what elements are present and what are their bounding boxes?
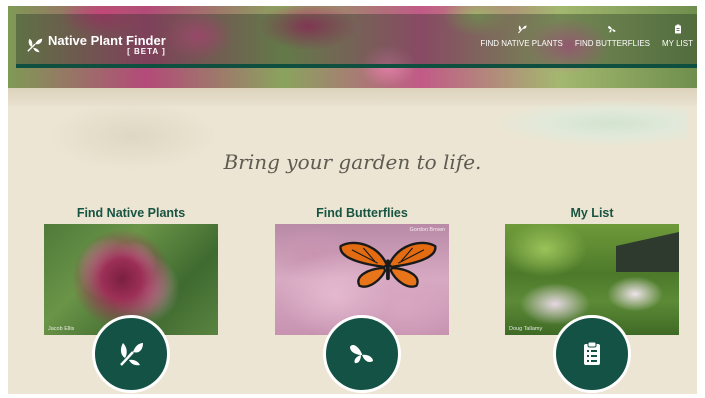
leaf-icon <box>517 25 527 34</box>
photo-credit: Doug Tallamy <box>509 326 543 332</box>
nav-label: MY LIST <box>662 39 693 48</box>
photo-credit: Jacob Ellis <box>48 326 75 332</box>
tagline: Bring your garden to life. <box>223 150 482 174</box>
logo[interactable]: Native Plant Finder [ BETA ] <box>26 31 166 59</box>
watercolor-decoration <box>498 101 688 146</box>
find-butterflies-button[interactable] <box>323 315 401 393</box>
page-frame: Native Plant Finder [ BETA ] FIND NATIVE… <box>8 6 697 394</box>
nav-my-list[interactable]: MY LIST <box>662 24 693 48</box>
leaf-logo-icon <box>27 38 43 53</box>
nav-links: FIND NATIVE PLANTS FIND BUTTERFLIES MY L… <box>480 24 693 48</box>
card-title[interactable]: Find Butterflies <box>275 206 449 224</box>
leaf-icon <box>120 343 143 366</box>
nav-label: FIND NATIVE PLANTS <box>480 39 563 48</box>
card-title[interactable]: My List <box>505 206 679 224</box>
nav-label: FIND BUTTERFLIES <box>574 39 651 48</box>
find-native-plants-button[interactable] <box>92 315 170 393</box>
butterfly-icon <box>350 345 373 364</box>
photo-credit: Gordon Brown <box>409 227 445 233</box>
house-roof-image <box>616 232 679 272</box>
card-my-list[interactable]: My List Doug Tallamy <box>505 206 679 393</box>
nav-find-butterflies[interactable]: FIND BUTTERFLIES <box>575 24 650 48</box>
clipboard-icon <box>584 341 600 365</box>
my-list-button[interactable] <box>553 315 631 393</box>
beta-badge: [ BETA ] <box>127 47 166 56</box>
navbar-divider <box>16 64 697 68</box>
nav-find-native-plants[interactable]: FIND NATIVE PLANTS <box>480 24 563 48</box>
site-title: Native Plant Finder <box>48 33 166 48</box>
clipboard-icon <box>674 24 681 34</box>
card-find-butterflies[interactable]: Find Butterflies Gordon Brown <box>275 206 449 393</box>
butterfly-icon <box>608 26 616 33</box>
card-find-native-plants[interactable]: Find Native Plants Jacob Ellis <box>44 206 218 393</box>
card-title[interactable]: Find Native Plants <box>44 206 218 224</box>
monarch-butterfly-image <box>339 241 437 288</box>
